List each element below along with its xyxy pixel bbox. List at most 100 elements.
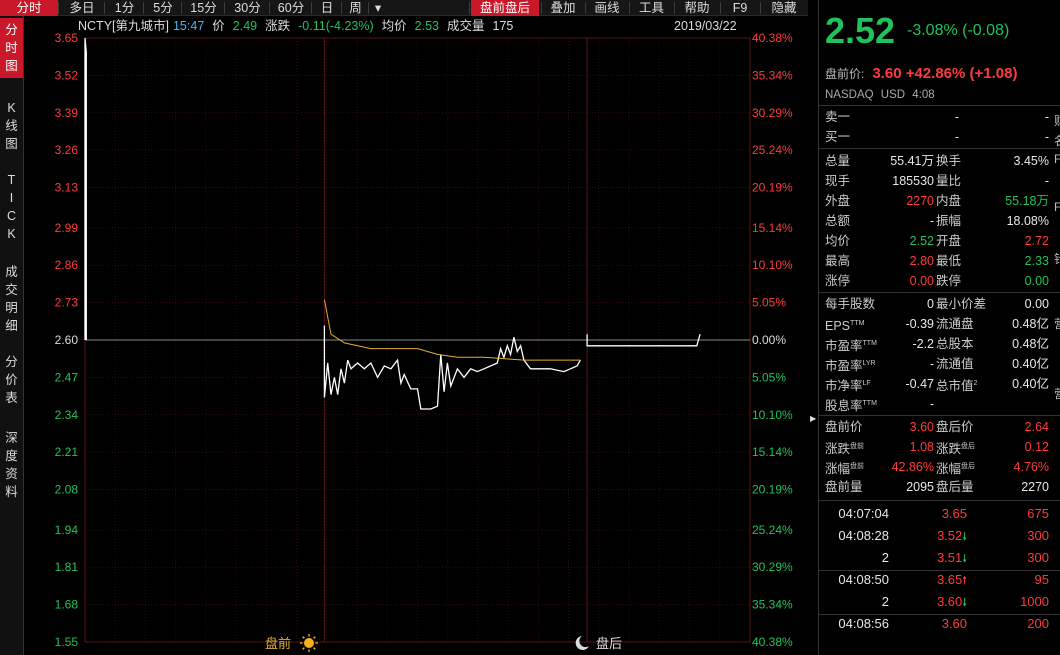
y-axis-tick-label: 1.94 <box>55 523 79 537</box>
tick-row[interactable]: 04:08:56 3.60 200 <box>825 613 1049 635</box>
label-suffix: 盘后 <box>961 463 976 470</box>
tick-time: 04:07:04 <box>838 506 889 521</box>
y-axis-tick-label: 1.68 <box>55 598 79 612</box>
orderbook-row: 卖一 - - <box>825 107 1049 127</box>
y-axis-percent-label: 15.14% <box>752 445 793 459</box>
label-suffix: 盘前 <box>850 463 865 470</box>
extended-label: 盘前量 <box>825 480 863 494</box>
fundamental-row: 每手股数 0 最小价差 0.00 <box>825 294 1049 314</box>
stat-value: 2.52 <box>909 234 934 248</box>
fundamental-value: 0.40亿 <box>1012 377 1049 391</box>
divider <box>819 148 1060 149</box>
fundamental-value: -0.47 <box>905 377 935 391</box>
avg-caption: 均价 <box>381 19 407 33</box>
side-strip-icon[interactable]: 针 <box>1054 250 1060 267</box>
y-axis-tick-label: 3.26 <box>55 143 79 157</box>
tick-row[interactable]: 04:08:50 3.65🠕 95 <box>825 569 1049 591</box>
fundamental-label: 股息率TTM <box>825 399 877 414</box>
arrow-down-icon: 🠗 <box>962 531 967 543</box>
side-strip-icon[interactable]: F <box>1054 200 1060 214</box>
fundamental-label: 流通盘 <box>936 317 974 331</box>
fundamental-label: 最小价差 <box>936 297 987 311</box>
extended-label: 盘后价 <box>936 420 974 434</box>
side-strip-icon[interactable]: 名 <box>1054 132 1060 149</box>
stat-label: 开盘 <box>936 234 962 248</box>
side-strip-icon[interactable]: 营 <box>1054 315 1060 332</box>
tick-time: 04:08:28 <box>838 528 889 543</box>
y-axis-percent-label: 20.19% <box>752 181 793 195</box>
tick-volume: 95 <box>1034 572 1049 587</box>
chart-info-bar: NCTY[第九城市] 15:47 价 2.49 涨跌 -0.11(-4.23%) 均价 2.5… <box>78 17 778 35</box>
tick-volume: 300 <box>1027 528 1049 543</box>
extended-value: 3.60 <box>909 420 934 434</box>
stat-row: 总量 55.41万 换手 3.45% <box>825 151 1049 171</box>
price-caption: 价 <box>212 19 225 33</box>
tick-row[interactable]: 2 3.60🠗 1000 <box>825 591 1049 613</box>
y-axis-tick-label: 3.52 <box>55 68 79 82</box>
stat-value: 185530 <box>892 174 934 188</box>
tick-price: 3.60🠗 <box>936 594 967 609</box>
label-suffix: TTM <box>862 400 877 407</box>
stat-row: 最高 2.80 最低 2.33 <box>825 251 1049 271</box>
y-axis-percent-label: 35.34% <box>752 68 793 82</box>
y-axis-percent-label: 30.29% <box>752 106 793 120</box>
intraday-chart[interactable]: 3.65 40.38% 3.52 35.34% 3.39 30.29% 3.26 25.24%… <box>0 0 810 655</box>
y-axis-percent-label: 15.14% <box>752 221 793 235</box>
y-axis-percent-label: 20.19% <box>752 483 793 497</box>
y-axis-percent-label: 40.38% <box>752 635 793 649</box>
stat-row: 均价 2.52 开盘 2.72 <box>825 231 1049 251</box>
tick-row[interactable]: 04:08:28 3.52🠗 300 <box>825 525 1049 547</box>
side-strip-icon[interactable]: F <box>1054 152 1060 166</box>
side-strip-icon[interactable]: 营 <box>1054 385 1060 402</box>
fundamental-label: 总股本 <box>936 337 974 351</box>
tick-row[interactable]: 04:07:04 3.65 675 <box>825 503 1049 525</box>
tick-row[interactable]: 2 3.51🠗 300 <box>825 547 1049 569</box>
tick-price: 3.51🠗 <box>936 550 967 565</box>
orderbook-size: - <box>1044 110 1049 124</box>
exchange-row: NASDAQ USD 4:08 <box>825 89 935 101</box>
time-label: 15:47 <box>172 19 205 33</box>
exchange-name: NASDAQ <box>825 89 874 101</box>
side-strip-icon[interactable]: 财 <box>1054 112 1060 129</box>
orderbook-price: - <box>954 110 959 124</box>
extended-label: 涨幅盘后 <box>936 462 976 477</box>
divider <box>819 415 1060 416</box>
stat-label: 最高 <box>825 254 851 268</box>
stat-label: 总量 <box>825 154 851 168</box>
postmarket-session-label: 盘后 <box>596 636 622 651</box>
y-axis-percent-label: 25.24% <box>752 523 793 537</box>
orderbook-size: - <box>1044 130 1049 144</box>
divider <box>819 292 1060 293</box>
fundamental-label: 市盈率TTM <box>825 339 877 354</box>
stat-row: 现手 185530 量比 - <box>825 171 1049 191</box>
sun-ray <box>302 647 305 650</box>
y-axis-tick-label: 3.65 <box>55 31 79 45</box>
stat-value: 2.80 <box>909 254 934 268</box>
y-axis-percent-label: 10.10% <box>752 408 793 422</box>
sun-ray <box>313 636 316 639</box>
tick-price: 3.65 <box>941 506 967 521</box>
tick-volume: 200 <box>1027 616 1049 631</box>
y-axis-percent-label: 35.34% <box>752 598 793 612</box>
extended-hours-row: 盘前价 3.60 盘后价 2.64 <box>825 417 1049 437</box>
tick-price: 3.60 <box>941 616 967 631</box>
stat-value: 55.41万 <box>890 154 934 168</box>
y-axis-tick-label: 2.08 <box>55 483 79 497</box>
tick-volume: 675 <box>1027 506 1049 521</box>
stat-label: 涨停 <box>825 274 851 288</box>
stat-row: 涨停 0.00 跌停 0.00 <box>825 271 1049 291</box>
extended-label: 盘后量 <box>936 480 974 494</box>
collapse-panel-icon[interactable]: ▶ <box>810 414 816 423</box>
price-change: -3.08% (-0.08) <box>907 22 1010 39</box>
fundamental-value: 0.48亿 <box>1012 337 1049 351</box>
label-suffix: 盘前 <box>850 443 865 450</box>
extended-value: 1.08 <box>909 440 934 454</box>
fundamental-value: - <box>929 357 934 371</box>
stat-label: 现手 <box>825 174 851 188</box>
extended-hours-row: 涨跌盘前 1.08 涨跌盘后 0.12 <box>825 437 1049 457</box>
arrow-up-icon: 🠕 <box>962 575 967 587</box>
extended-label: 涨跌盘后 <box>936 442 976 457</box>
stat-row: 外盘 2270 内盘 55.18万 <box>825 191 1049 211</box>
price-line <box>323 325 581 410</box>
extended-hours-row: 盘前量 2095 盘后量 2270 <box>825 477 1049 497</box>
